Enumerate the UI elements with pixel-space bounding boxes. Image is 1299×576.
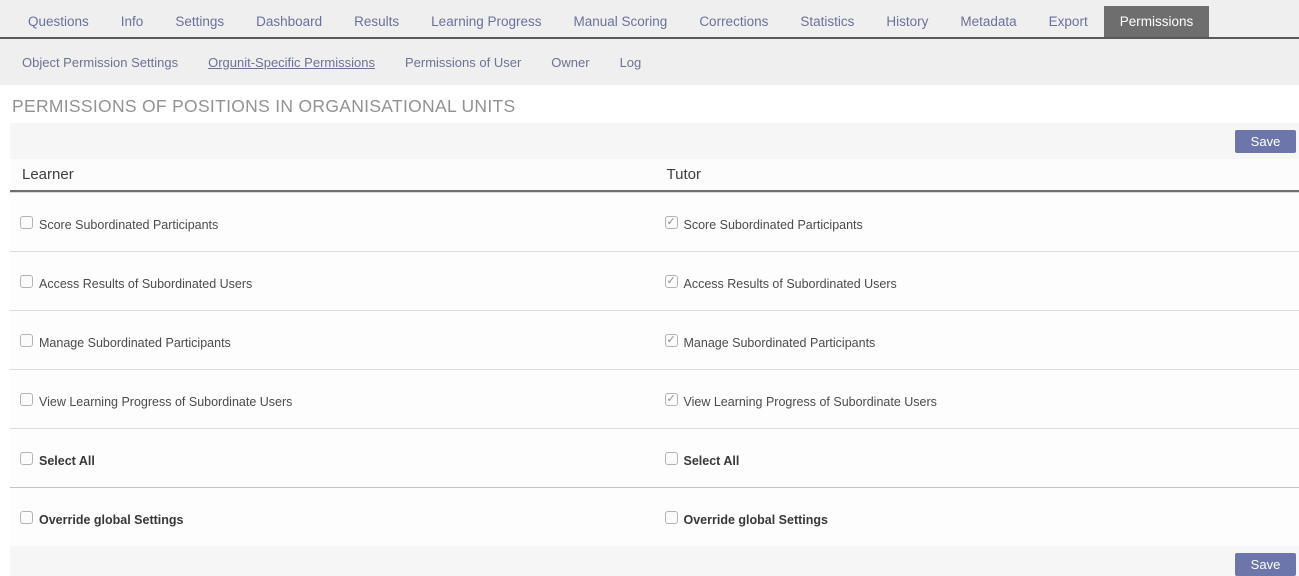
column-header-learner: Learner [10,166,655,183]
permission-label: Select All [39,454,95,468]
top-tab[interactable]: Export [1033,6,1104,37]
permission-row: Score Subordinated Participants Score Su… [10,192,1299,251]
tutor-cell: Override global Settings [655,488,1299,546]
top-tab[interactable]: Learning Progress [415,6,557,37]
tutor-cell: Access Results of Subordinated Users [655,252,1299,310]
sub-tab-bar: Object Permission Settings Orgunit-Speci… [0,39,1299,85]
top-tab[interactable]: Dashboard [240,6,338,37]
learner-checkbox[interactable] [20,511,33,524]
permission-label: View Learning Progress of Subordinate Us… [684,395,937,409]
learner-cell: Manage Subordinated Participants [10,311,655,369]
permission-label: Manage Subordinated Participants [39,336,231,350]
tutor-checkbox[interactable] [665,275,678,288]
sub-tab[interactable]: Permissions of User [405,55,521,70]
tutor-checkbox[interactable] [665,393,678,406]
permission-row: View Learning Progress of Subordinate Us… [10,369,1299,428]
permission-label: Score Subordinated Participants [684,218,863,232]
top-tab[interactable]: Manual Scoring [558,6,684,37]
permissions-panel: Save Learner Tutor Score Subordinated Pa… [10,123,1299,576]
top-tab[interactable]: History [870,6,944,37]
permission-label: Override global Settings [39,513,183,527]
permission-label: Access Results of Subordinated Users [684,277,897,291]
top-tab[interactable]: Info [105,6,160,37]
top-tab[interactable]: Results [338,6,415,37]
save-button-top[interactable]: Save [1235,130,1296,153]
permission-label: View Learning Progress of Subordinate Us… [39,395,292,409]
column-header-row: Learner Tutor [10,159,1299,192]
bottom-toolbar: Save [10,546,1299,576]
top-tab[interactable]: Permissions [1104,6,1210,37]
tutor-checkbox[interactable] [665,511,678,524]
tutor-cell: View Learning Progress of Subordinate Us… [655,370,1299,428]
top-tab[interactable]: Questions [12,6,105,37]
learner-checkbox[interactable] [20,393,33,406]
sub-tab[interactable]: Owner [551,55,589,70]
tutor-checkbox[interactable] [665,334,678,347]
top-tab[interactable]: Metadata [944,6,1032,37]
tutor-cell: Select All [655,429,1299,487]
top-tab[interactable]: Corrections [683,6,784,37]
tutor-cell: Manage Subordinated Participants [655,311,1299,369]
page-title: PERMISSIONS OF POSITIONS IN ORGANISATION… [0,85,1299,123]
learner-cell: Score Subordinated Participants [10,193,655,251]
permission-label: Override global Settings [684,513,828,527]
sub-tab[interactable]: Log [620,55,642,70]
learner-cell: Override global Settings [10,488,655,546]
tutor-cell: Score Subordinated Participants [655,193,1299,251]
permission-label: Access Results of Subordinated Users [39,277,252,291]
learner-checkbox[interactable] [20,334,33,347]
learner-checkbox[interactable] [20,216,33,229]
learner-cell: Select All [10,429,655,487]
learner-cell: Access Results of Subordinated Users [10,252,655,310]
top-toolbar: Save [10,123,1299,159]
permission-label: Select All [684,454,740,468]
permission-label: Manage Subordinated Participants [684,336,876,350]
tutor-checkbox[interactable] [665,452,678,465]
permission-row: Select All Select All [10,428,1299,487]
sub-tab[interactable]: Object Permission Settings [22,55,178,70]
learner-checkbox[interactable] [20,275,33,288]
tutor-checkbox[interactable] [665,216,678,229]
top-tab-bar: Questions Info Settings Dashboard Result… [0,0,1299,39]
permission-row: Override global Settings Override global… [10,487,1299,546]
permission-rows: Score Subordinated Participants Score Su… [10,192,1299,546]
sub-tab[interactable]: Orgunit-Specific Permissions [208,55,375,70]
top-tab[interactable]: Settings [159,6,240,37]
permission-row: Access Results of Subordinated Users Acc… [10,251,1299,310]
permission-row: Manage Subordinated Participants Manage … [10,310,1299,369]
top-tab[interactable]: Statistics [784,6,870,37]
permission-label: Score Subordinated Participants [39,218,218,232]
column-header-tutor: Tutor [655,166,1299,183]
save-button-bottom[interactable]: Save [1235,553,1296,576]
learner-cell: View Learning Progress of Subordinate Us… [10,370,655,428]
learner-checkbox[interactable] [20,452,33,465]
